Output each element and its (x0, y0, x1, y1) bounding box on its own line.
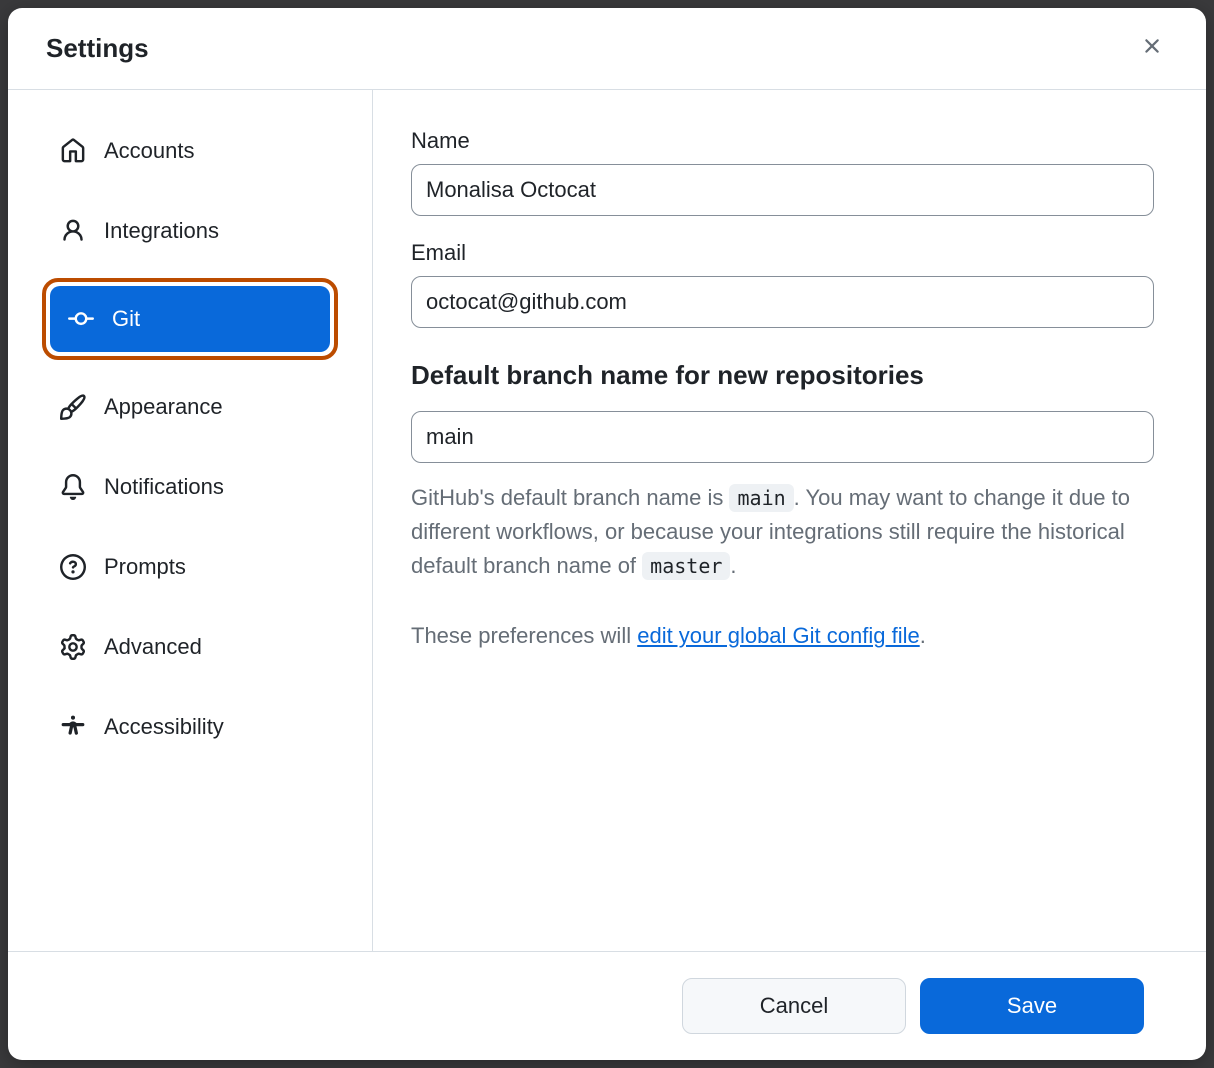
sidebar: Accounts Integrations Git (8, 90, 373, 951)
email-label: Email (411, 240, 1154, 266)
close-icon (1140, 34, 1164, 63)
content-panel: Name Email Default branch name for new r… (373, 90, 1206, 951)
dialog-header: Settings (8, 8, 1206, 90)
sidebar-item-label: Accessibility (104, 714, 224, 740)
default-branch-input[interactable] (411, 411, 1154, 463)
name-input[interactable] (411, 164, 1154, 216)
settings-dialog: Settings Accounts Integrations (8, 8, 1206, 1060)
code-master: master (642, 552, 730, 580)
sidebar-item-label: Advanced (104, 634, 202, 660)
sidebar-item-accessibility[interactable]: Accessibility (42, 694, 338, 760)
gear-icon (60, 634, 86, 660)
sidebar-item-label: Integrations (104, 218, 219, 244)
dialog-body: Accounts Integrations Git (8, 90, 1206, 951)
sidebar-item-label: Accounts (104, 138, 195, 164)
code-main: main (729, 484, 793, 512)
sidebar-item-appearance[interactable]: Appearance (42, 374, 338, 440)
git-config-link[interactable]: edit your global Git config file (637, 623, 920, 648)
accessibility-icon (60, 714, 86, 740)
sidebar-item-advanced[interactable]: Advanced (42, 614, 338, 680)
cancel-button[interactable]: Cancel (682, 978, 906, 1034)
save-button[interactable]: Save (920, 978, 1144, 1034)
sidebar-item-label: Git (112, 306, 140, 332)
default-branch-helper: GitHub's default branch name is main. Yo… (411, 481, 1154, 583)
sidebar-item-accounts[interactable]: Accounts (42, 118, 338, 184)
prefs-note: These preferences will edit your global … (411, 619, 1154, 653)
sidebar-item-label: Prompts (104, 554, 186, 580)
sidebar-item-prompts[interactable]: Prompts (42, 534, 338, 600)
bell-icon (60, 474, 86, 500)
sidebar-item-integrations[interactable]: Integrations (42, 198, 338, 264)
sidebar-item-label: Appearance (104, 394, 223, 420)
field-email: Email (411, 240, 1154, 328)
git-commit-icon (68, 306, 94, 332)
person-icon (60, 218, 86, 244)
field-name: Name (411, 128, 1154, 216)
sidebar-item-git[interactable]: Git (42, 278, 338, 360)
name-label: Name (411, 128, 1154, 154)
sidebar-item-label: Notifications (104, 474, 224, 500)
dialog-title: Settings (46, 33, 149, 64)
sidebar-item-notifications[interactable]: Notifications (42, 454, 338, 520)
close-button[interactable] (1136, 30, 1168, 67)
question-icon (60, 554, 86, 580)
home-icon (60, 138, 86, 164)
email-input[interactable] (411, 276, 1154, 328)
default-branch-heading: Default branch name for new repositories (411, 360, 1154, 391)
paintbrush-icon (60, 394, 86, 420)
dialog-footer: Cancel Save (8, 951, 1206, 1060)
